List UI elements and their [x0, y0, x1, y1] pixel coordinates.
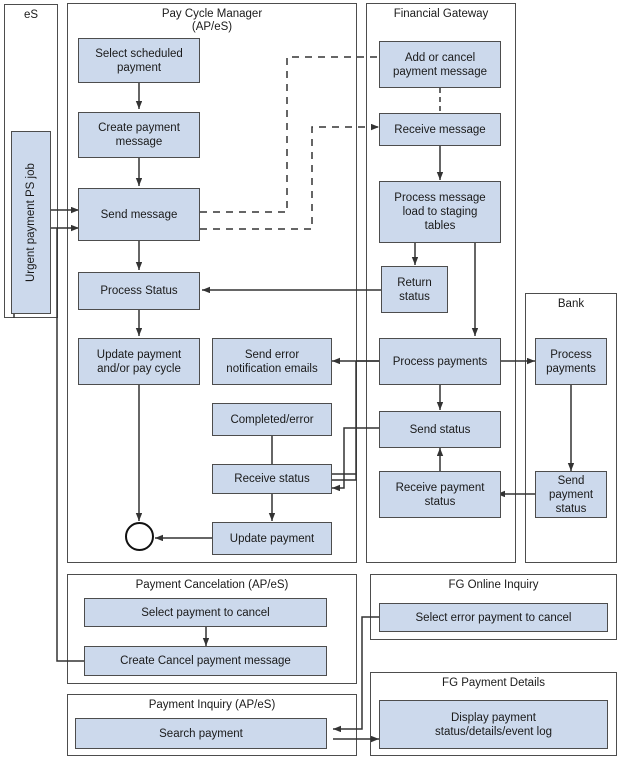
node-send-payment-status[interactable]: Send payment status	[535, 471, 607, 518]
node-receive-payment-status[interactable]: Receive payment status	[379, 471, 501, 518]
container-financial-gateway-title: Financial Gateway	[393, 8, 489, 20]
node-urgent-payment-ps-job[interactable]: Urgent payment PS job	[11, 131, 51, 314]
node-select-error-payment-to-cancel[interactable]: Select error payment to cancel	[379, 603, 608, 632]
container-fg-online-inquiry-title: FG Online Inquiry	[448, 579, 539, 591]
node-process-payments-bank[interactable]: Process payments	[535, 338, 607, 385]
node-update-payment-and-or-pay-cycle[interactable]: Update payment and/or pay cycle	[78, 338, 200, 385]
node-return-status[interactable]: Return status	[381, 266, 448, 313]
container-bank-title: Bank	[557, 298, 585, 310]
node-display-payment-status-details-event-log[interactable]: Display payment status/details/event log	[379, 700, 608, 749]
node-send-status[interactable]: Send status	[379, 411, 501, 448]
container-payment-inquiry-title: Payment Inquiry (AP/eS)	[148, 699, 276, 711]
node-process-payments-fg[interactable]: Process payments	[379, 338, 501, 385]
flowchart-diagram: eS Pay Cycle Manager (AP/eS) Financial G…	[0, 0, 621, 759]
node-add-or-cancel-payment-message[interactable]: Add or cancel payment message	[379, 41, 501, 88]
node-completed-error[interactable]: Completed/error	[212, 403, 332, 436]
node-process-message-load-to-staging-tables[interactable]: Process message load to staging tables	[379, 181, 501, 243]
container-payment-cancelation-title: Payment Cancelation (AP/eS)	[135, 579, 289, 591]
container-bank: Bank	[525, 293, 617, 563]
node-send-message[interactable]: Send message	[78, 188, 200, 241]
node-receive-status[interactable]: Receive status	[212, 464, 332, 494]
node-process-status[interactable]: Process Status	[78, 272, 200, 310]
node-select-scheduled-payment[interactable]: Select scheduled payment	[78, 38, 200, 83]
node-search-payment[interactable]: Search payment	[75, 718, 327, 749]
node-send-error-notification-emails[interactable]: Send error notification emails	[212, 338, 332, 385]
node-create-payment-message[interactable]: Create payment message	[78, 112, 200, 158]
node-create-cancel-payment-message[interactable]: Create Cancel payment message	[84, 646, 327, 676]
container-pay-cycle-manager-title: Pay Cycle Manager (AP/eS)	[161, 8, 263, 33]
node-end-terminator	[125, 522, 154, 551]
container-es-title: eS	[23, 9, 39, 21]
node-receive-message[interactable]: Receive message	[379, 113, 501, 146]
node-update-payment[interactable]: Update payment	[212, 522, 332, 555]
container-fg-payment-details-title: FG Payment Details	[442, 677, 545, 689]
node-select-payment-to-cancel[interactable]: Select payment to cancel	[84, 598, 327, 627]
